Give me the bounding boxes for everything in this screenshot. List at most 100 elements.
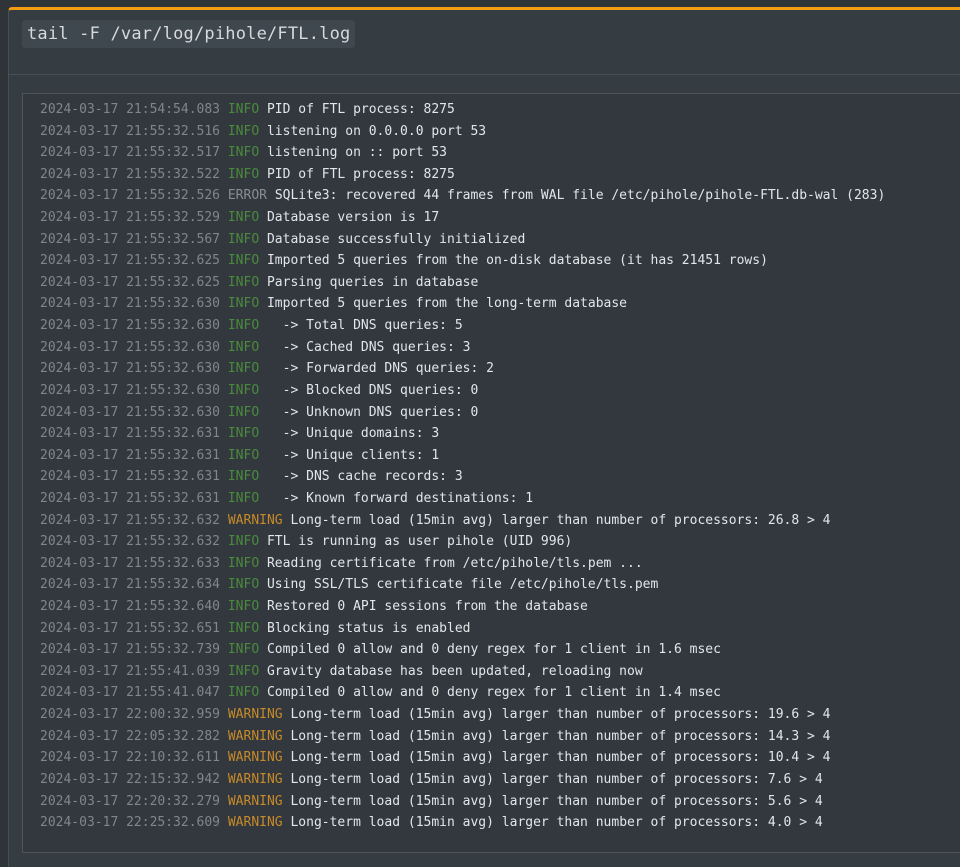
log-timestamp: 2024-03-17 21:55:32.631 (40, 490, 221, 506)
log-message: FTL is running as user pihole (UID 996) (266, 534, 573, 550)
log-line: 2024-03-17 22:15:32.942 WARNING Long-ter… (40, 769, 960, 791)
log-message: Imported 5 queries from the on-disk data… (266, 253, 768, 269)
log-timestamp: 2024-03-17 21:55:32.634 (40, 577, 221, 593)
log-message: Long-term load (15min avg) larger than n… (290, 771, 823, 787)
log-level: INFO (227, 469, 260, 485)
log-message: -> Cached DNS queries: 3 (274, 339, 471, 355)
log-line: 2024-03-17 22:05:32.282 WARNING Long-ter… (40, 726, 960, 748)
log-timestamp: 2024-03-17 21:55:32.522 (40, 166, 221, 182)
log-message: listening on :: port 53 (266, 145, 447, 161)
log-message: -> Forwarded DNS queries: 2 (274, 361, 494, 377)
panel-header: tail -F /var/log/pihole/FTL.log (9, 10, 960, 75)
log-message: Using SSL/TLS certificate file /etc/piho… (266, 577, 659, 593)
log-timestamp: 2024-03-17 21:55:32.516 (40, 123, 221, 139)
log-level: WARNING (227, 728, 283, 744)
log-level: INFO (227, 685, 260, 701)
log-timestamp: 2024-03-17 21:55:32.630 (40, 318, 221, 334)
log-message: Parsing queries in database (266, 274, 479, 290)
log-level: ERROR (227, 188, 267, 204)
log-message: SQLite3: recovered 44 frames from WAL fi… (274, 188, 886, 204)
log-level: INFO (227, 555, 260, 571)
log-timestamp: 2024-03-17 22:10:32.611 (40, 750, 221, 766)
log-level: WARNING (227, 815, 283, 831)
log-timestamp: 2024-03-17 21:55:32.651 (40, 620, 221, 636)
log-line: 2024-03-17 21:55:32.651 INFO Blocking st… (40, 618, 960, 640)
log-message: Database version is 17 (266, 210, 440, 226)
log-line: 2024-03-17 21:55:32.632 INFO FTL is runn… (40, 531, 960, 553)
log-timestamp: 2024-03-17 21:55:32.739 (40, 642, 221, 658)
log-timestamp: 2024-03-17 21:55:32.630 (40, 296, 221, 312)
log-message: Imported 5 queries from the long-term da… (266, 296, 628, 312)
log-line: 2024-03-17 21:55:32.630 INFO Imported 5 … (40, 293, 960, 315)
log-message: Long-term load (15min avg) larger than n… (290, 750, 831, 766)
log-line: 2024-03-17 21:55:41.047 INFO Compiled 0 … (40, 682, 960, 704)
log-level: INFO (227, 210, 260, 226)
log-line: 2024-03-17 21:55:32.631 INFO -> Unique c… (40, 445, 960, 467)
log-line: 2024-03-17 21:55:32.630 INFO -> Forwarde… (40, 358, 960, 380)
log-message: Gravity database has been updated, reloa… (266, 663, 643, 679)
log-line: 2024-03-17 21:55:32.625 INFO Imported 5 … (40, 250, 960, 272)
log-level: INFO (227, 231, 260, 247)
log-timestamp: 2024-03-17 22:00:32.959 (40, 707, 221, 723)
log-line: 2024-03-17 21:55:32.631 INFO -> DNS cach… (40, 466, 960, 488)
log-timestamp: 2024-03-17 21:55:32.630 (40, 404, 221, 420)
log-message: Long-term load (15min avg) larger than n… (290, 793, 823, 809)
log-line: 2024-03-17 21:55:41.039 INFO Gravity dat… (40, 661, 960, 683)
log-message: -> Unknown DNS queries: 0 (274, 404, 479, 420)
log-timestamp: 2024-03-17 21:55:32.631 (40, 426, 221, 442)
log-output[interactable]: 2024-03-17 21:54:54.083 INFO PID of FTL … (22, 93, 960, 853)
log-timestamp: 2024-03-17 21:55:32.517 (40, 145, 221, 161)
log-message: Blocking status is enabled (266, 620, 471, 636)
log-timestamp: 2024-03-17 21:55:32.632 (40, 512, 221, 528)
log-level: INFO (227, 663, 260, 679)
log-level: INFO (227, 447, 260, 463)
log-level: INFO (227, 599, 260, 615)
log-level: INFO (227, 123, 260, 139)
log-message: Long-term load (15min avg) larger than n… (290, 728, 831, 744)
log-message: Long-term load (15min avg) larger than n… (290, 512, 831, 528)
log-timestamp: 2024-03-17 21:55:32.630 (40, 339, 221, 355)
log-message: -> Unique clients: 1 (274, 447, 440, 463)
log-level: INFO (227, 361, 260, 377)
log-line: 2024-03-17 21:55:32.630 INFO -> Cached D… (40, 337, 960, 359)
log-message: -> Unique domains: 3 (274, 426, 440, 442)
log-line: 2024-03-17 21:55:32.630 INFO -> Blocked … (40, 380, 960, 402)
log-level: INFO (227, 382, 260, 398)
log-timestamp: 2024-03-17 21:55:32.632 (40, 534, 221, 550)
log-line: 2024-03-17 21:55:32.567 INFO Database su… (40, 229, 960, 251)
log-line: 2024-03-17 21:55:32.526 ERROR SQLite3: r… (40, 185, 960, 207)
log-level: INFO (227, 577, 260, 593)
log-message: PID of FTL process: 8275 (266, 166, 455, 182)
log-message: Reading certificate from /etc/pihole/tls… (266, 555, 643, 571)
log-line: 2024-03-17 21:55:32.522 INFO PID of FTL … (40, 164, 960, 186)
log-level: INFO (227, 642, 260, 658)
log-timestamp: 2024-03-17 21:55:32.625 (40, 274, 221, 290)
log-timestamp: 2024-03-17 21:55:32.631 (40, 469, 221, 485)
log-line: 2024-03-17 21:55:32.634 INFO Using SSL/T… (40, 574, 960, 596)
log-line: 2024-03-17 21:55:32.632 WARNING Long-ter… (40, 510, 960, 532)
log-timestamp: 2024-03-17 21:55:32.529 (40, 210, 221, 226)
log-level: INFO (227, 318, 260, 334)
log-message: Restored 0 API sessions from the databas… (266, 599, 588, 615)
log-level: INFO (227, 404, 260, 420)
log-line: 2024-03-17 21:55:32.631 INFO -> Unique d… (40, 423, 960, 445)
log-timestamp: 2024-03-17 21:55:32.640 (40, 599, 221, 615)
log-level: WARNING (227, 771, 283, 787)
log-level: INFO (227, 145, 260, 161)
log-message: Compiled 0 allow and 0 deny regex for 1 … (266, 642, 721, 658)
log-message: listening on 0.0.0.0 port 53 (266, 123, 487, 139)
log-timestamp: 2024-03-17 21:55:32.567 (40, 231, 221, 247)
log-timestamp: 2024-03-17 21:55:32.630 (40, 382, 221, 398)
panel-title: tail -F /var/log/pihole/FTL.log (22, 20, 356, 48)
log-line: 2024-03-17 21:55:32.630 INFO -> Unknown … (40, 402, 960, 424)
log-timestamp: 2024-03-17 21:55:32.633 (40, 555, 221, 571)
log-level: WARNING (227, 793, 283, 809)
log-line: 2024-03-17 22:25:32.609 WARNING Long-ter… (40, 812, 960, 834)
log-timestamp: 2024-03-17 21:55:32.526 (40, 188, 221, 204)
log-message: Compiled 0 allow and 0 deny regex for 1 … (266, 685, 721, 701)
log-message: Long-term load (15min avg) larger than n… (290, 815, 823, 831)
log-line: 2024-03-17 21:55:32.625 INFO Parsing que… (40, 272, 960, 294)
log-level: INFO (227, 253, 260, 269)
log-message: -> Blocked DNS queries: 0 (274, 382, 479, 398)
log-timestamp: 2024-03-17 21:55:41.039 (40, 663, 221, 679)
